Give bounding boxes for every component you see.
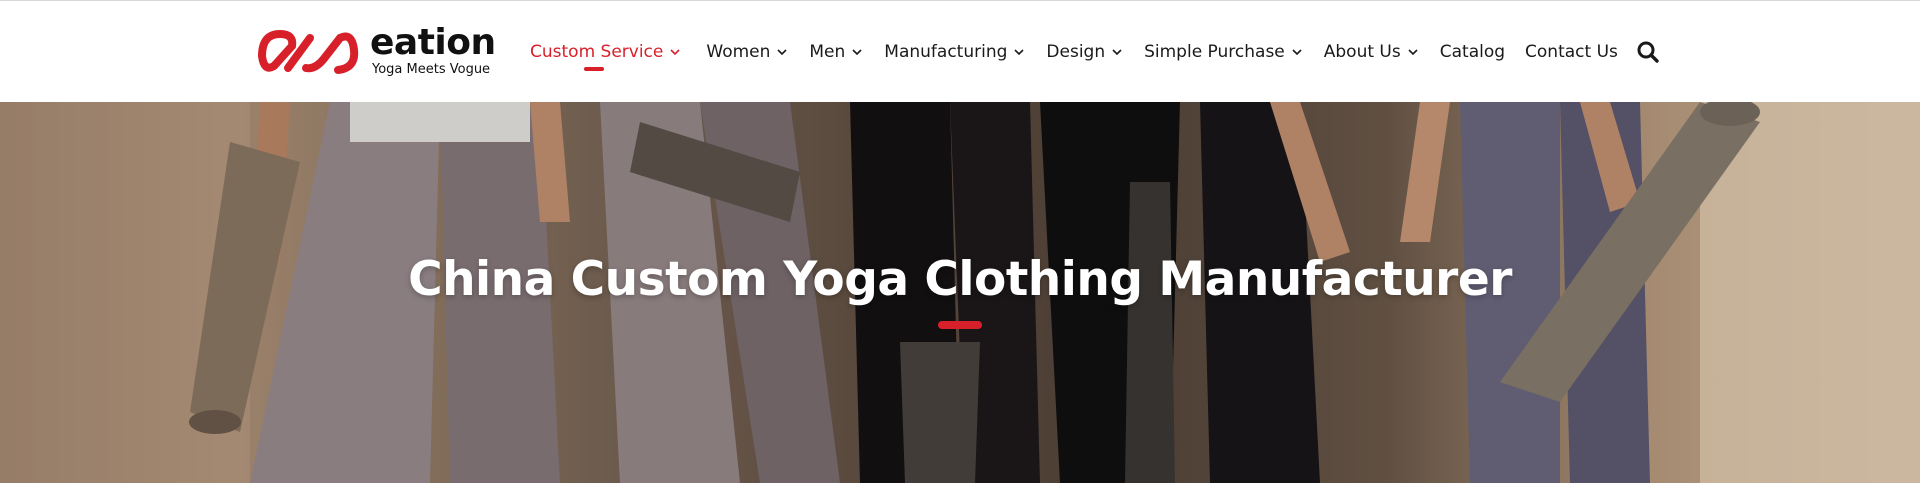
main-nav: Custom Service Women Men Manufacturing D… <box>530 1 1618 103</box>
nav-label: Manufacturing <box>884 42 1008 62</box>
chevron-down-icon <box>1290 45 1304 59</box>
eation-logo-icon <box>257 29 359 74</box>
hero-title-accent-bar <box>938 321 982 329</box>
logo-text: eation Yoga Meets Vogue <box>370 21 496 78</box>
nav-item-about-us[interactable]: About Us <box>1324 1 1420 103</box>
nav-label: Design <box>1046 42 1106 62</box>
nav-item-design[interactable]: Design <box>1046 1 1124 103</box>
nav-label: Contact Us <box>1525 42 1618 62</box>
chevron-down-icon <box>668 45 682 59</box>
site-header: eation Yoga Meets Vogue Custom Service W… <box>0 0 1920 102</box>
nav-label: About Us <box>1323 42 1401 62</box>
nav-item-custom-service[interactable]: Custom Service <box>530 1 682 103</box>
chevron-down-icon <box>775 45 789 59</box>
hero-banner: China Custom Yoga Clothing Manufacturer <box>0 102 1920 483</box>
chevron-down-icon <box>1012 45 1026 59</box>
nav-item-manufacturing[interactable]: Manufacturing <box>884 1 1026 103</box>
nav-item-men[interactable]: Men <box>809 1 864 103</box>
nav-label: Catalog <box>1439 42 1506 62</box>
chevron-down-icon <box>850 45 864 59</box>
nav-item-women[interactable]: Women <box>706 1 789 103</box>
hero-title: China Custom Yoga Clothing Manufacturer <box>408 252 1512 307</box>
nav-label: Men <box>809 42 846 62</box>
nav-item-contact-us[interactable]: Contact Us <box>1525 1 1618 103</box>
nav-label: Custom Service <box>530 42 664 62</box>
nav-item-simple-purchase[interactable]: Simple Purchase <box>1144 1 1304 103</box>
nav-item-catalog[interactable]: Catalog <box>1440 1 1505 103</box>
brand-tagline: Yoga Meets Vogue <box>372 61 491 77</box>
chevron-down-icon <box>1406 45 1420 59</box>
brand-name: eation <box>370 21 496 63</box>
nav-label: Women <box>706 42 771 62</box>
chevron-down-icon <box>1110 45 1124 59</box>
active-indicator <box>584 67 605 71</box>
search-icon[interactable] <box>1636 40 1660 64</box>
brand-logo[interactable]: eation Yoga Meets Vogue <box>254 23 496 79</box>
nav-label: Simple Purchase <box>1144 42 1285 62</box>
